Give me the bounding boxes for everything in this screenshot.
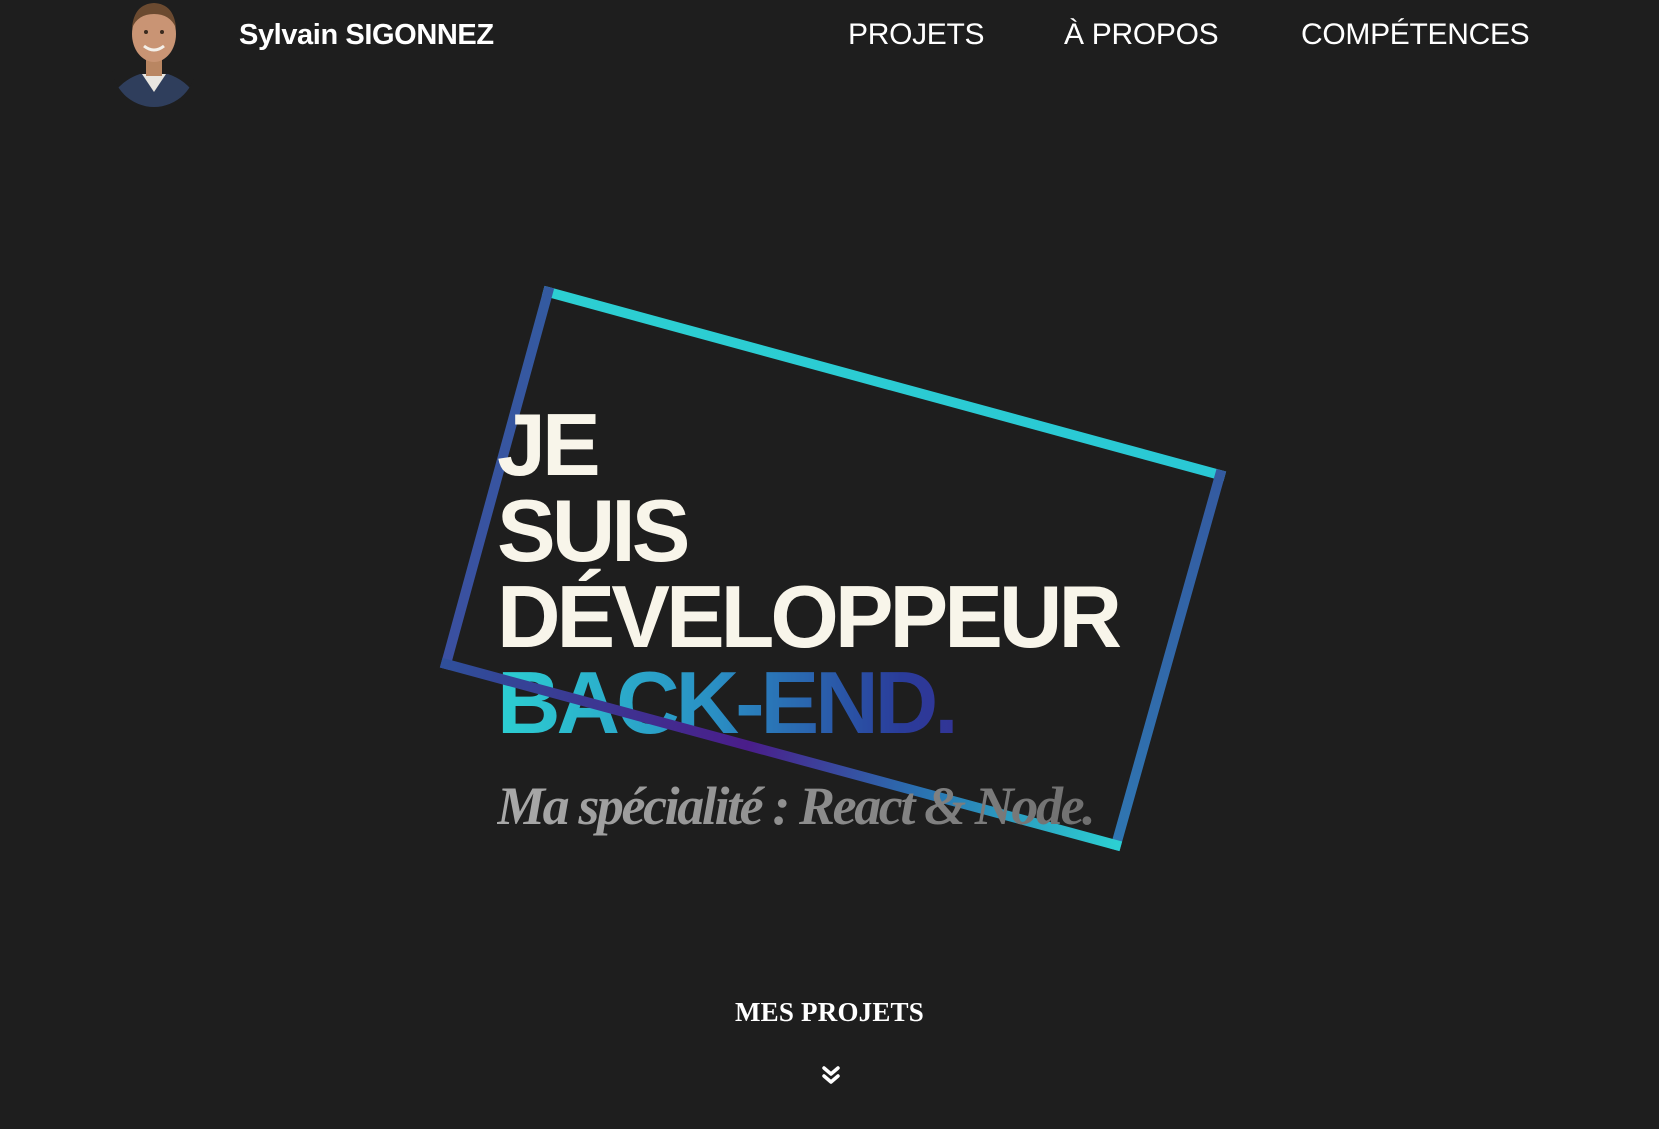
hero-line-suis: SUIS [497, 481, 690, 580]
avatar-photo [112, 0, 196, 107]
nav-a-propos-link[interactable]: À PROPOS [1064, 18, 1219, 52]
nav-competences-link[interactable]: COMPÉTENCES [1301, 18, 1530, 52]
specialty-subtitle: Ma spécialité : React & Node. [497, 776, 1096, 836]
frame-right-edge [1109, 468, 1227, 852]
nav-projets-link[interactable]: PROJETS [848, 18, 985, 52]
avatar[interactable] [112, 0, 196, 107]
site-header: Sylvain SIGONNEZ PROJETS À PROPOS COMPÉT… [0, 0, 1659, 110]
hero-heading: JE SUIS DÉVELOPPEUR BACK-END. [497, 395, 1122, 747]
hero-line-back-end: BACK-END. [497, 659, 1118, 747]
mes-projets-link[interactable]: MES PROJETS [0, 997, 1659, 1028]
double-chevron-down-icon[interactable] [822, 1066, 840, 1086]
brand-name[interactable]: Sylvain SIGONNEZ [239, 19, 494, 52]
hero-line-developpeur: DÉVELOPPEUR [497, 567, 1122, 666]
hero-line-je: JE [497, 395, 601, 494]
